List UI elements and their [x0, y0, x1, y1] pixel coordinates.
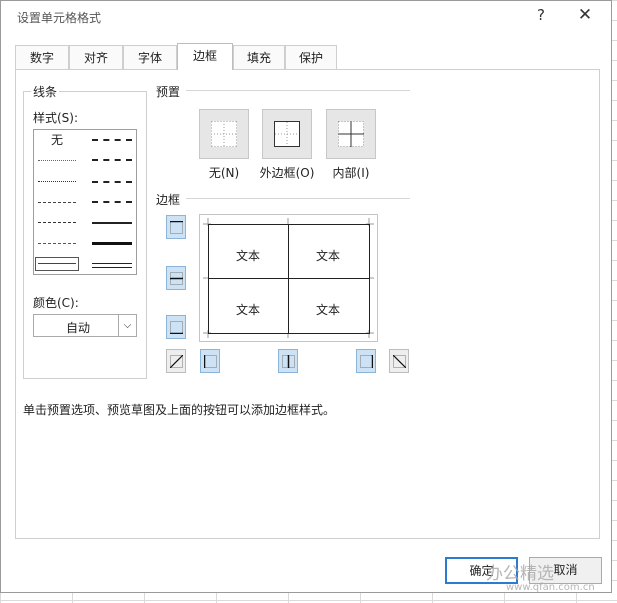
- border-inside-vertical-toggle[interactable]: [278, 349, 298, 373]
- line-style-none-option[interactable]: 无: [51, 131, 63, 148]
- preview-cell-text: 文本: [236, 303, 261, 317]
- line-style-medium-dash-dot-dot[interactable]: [92, 139, 132, 141]
- preset-none-button[interactable]: [199, 109, 249, 159]
- preset-inside-button[interactable]: [326, 109, 376, 159]
- line-style-thick[interactable]: [92, 242, 132, 245]
- border-right-toggle[interactable]: [356, 349, 376, 373]
- preset-outline-icon: [274, 121, 300, 147]
- chevron-down-icon[interactable]: ⌵: [118, 315, 136, 336]
- border-top-icon: [170, 221, 183, 234]
- line-style-double[interactable]: [92, 263, 132, 268]
- hint-text: 单击预置选项、预览草图及上面的按钮可以添加边框样式。: [23, 403, 336, 417]
- tab-border[interactable]: 边框: [177, 43, 233, 70]
- preview-cell-text: 文本: [316, 249, 341, 263]
- line-group-title: 线条: [31, 83, 60, 100]
- line-style-medium-dash-dot[interactable]: [92, 181, 132, 183]
- preview-cell-text: 文本: [316, 303, 341, 317]
- color-label: 颜色(C):: [33, 296, 79, 310]
- help-button[interactable]: ?: [533, 6, 549, 24]
- border-section-title: 边框: [156, 193, 181, 207]
- preset-inside-icon: [338, 121, 364, 147]
- watermark-text: 办公精选: [486, 564, 554, 584]
- diagonal-up-icon: [170, 355, 183, 368]
- line-style-dash-dot-dot-thin[interactable]: [38, 202, 76, 203]
- line-style-medium[interactable]: [92, 222, 132, 224]
- line-style-dashed-thin[interactable]: [38, 243, 76, 244]
- border-divider: [186, 198, 410, 199]
- line-color-select[interactable]: 自动 ⌵: [33, 314, 137, 337]
- tab-strip: 数字 对齐 字体 边框 填充 保护: [15, 43, 337, 70]
- line-color-value: 自动: [66, 321, 91, 335]
- line-style-selection-indicator: [35, 257, 79, 271]
- border-inside-horizontal-toggle[interactable]: [166, 266, 186, 290]
- tab-alignment[interactable]: 对齐: [69, 45, 123, 69]
- preview-cell-text: 文本: [236, 249, 261, 263]
- border-left-icon: [204, 355, 217, 368]
- border-diagonal-down-toggle[interactable]: [389, 349, 409, 373]
- dialog-title: 设置单元格格式: [17, 11, 102, 25]
- preview-inner-horizontal-line: [208, 278, 370, 279]
- tab-fill[interactable]: 填充: [233, 45, 285, 69]
- line-style-hair[interactable]: [38, 160, 76, 161]
- border-inside-horizontal-icon: [170, 272, 183, 285]
- line-style-dash-dot-thin[interactable]: [38, 222, 76, 223]
- border-left-toggle[interactable]: [200, 349, 220, 373]
- preset-outline-label: 外边框(O): [259, 166, 315, 180]
- border-right-icon: [360, 355, 373, 368]
- border-bottom-toggle[interactable]: [166, 315, 186, 339]
- line-style-slanted-dash-dot[interactable]: [92, 159, 132, 161]
- preset-none-icon: [211, 121, 237, 147]
- diagonal-down-icon: [393, 355, 406, 368]
- preset-inside-label: 内部(I): [332, 166, 370, 180]
- tab-number[interactable]: 数字: [15, 45, 69, 69]
- border-top-toggle[interactable]: [166, 215, 186, 239]
- line-style-dotted[interactable]: [38, 181, 76, 182]
- format-cells-dialog: 设置单元格格式 ? ✕ 数字 对齐 字体 边框 填充 保护 线条 样式(S): …: [0, 0, 612, 593]
- preview-inner-vertical-line: [288, 224, 289, 334]
- border-bottom-icon: [170, 321, 183, 334]
- presets-title: 预置: [156, 85, 181, 99]
- border-inside-vertical-icon: [282, 355, 295, 368]
- dialog-titlebar: 设置单元格格式 ? ✕: [1, 1, 611, 33]
- border-diagonal-up-toggle[interactable]: [166, 349, 186, 373]
- line-style-label: 样式(S):: [33, 111, 79, 125]
- preset-none-label: 无(N): [208, 166, 240, 180]
- tab-protection[interactable]: 保护: [285, 45, 337, 69]
- line-style-medium-dashed[interactable]: [92, 201, 132, 203]
- preset-outline-button[interactable]: [262, 109, 312, 159]
- close-button[interactable]: ✕: [576, 5, 594, 25]
- watermark-url: www.qfan.com.cn: [506, 582, 595, 593]
- tab-font[interactable]: 字体: [123, 45, 177, 69]
- presets-divider: [186, 90, 410, 91]
- preview-table: [208, 224, 370, 334]
